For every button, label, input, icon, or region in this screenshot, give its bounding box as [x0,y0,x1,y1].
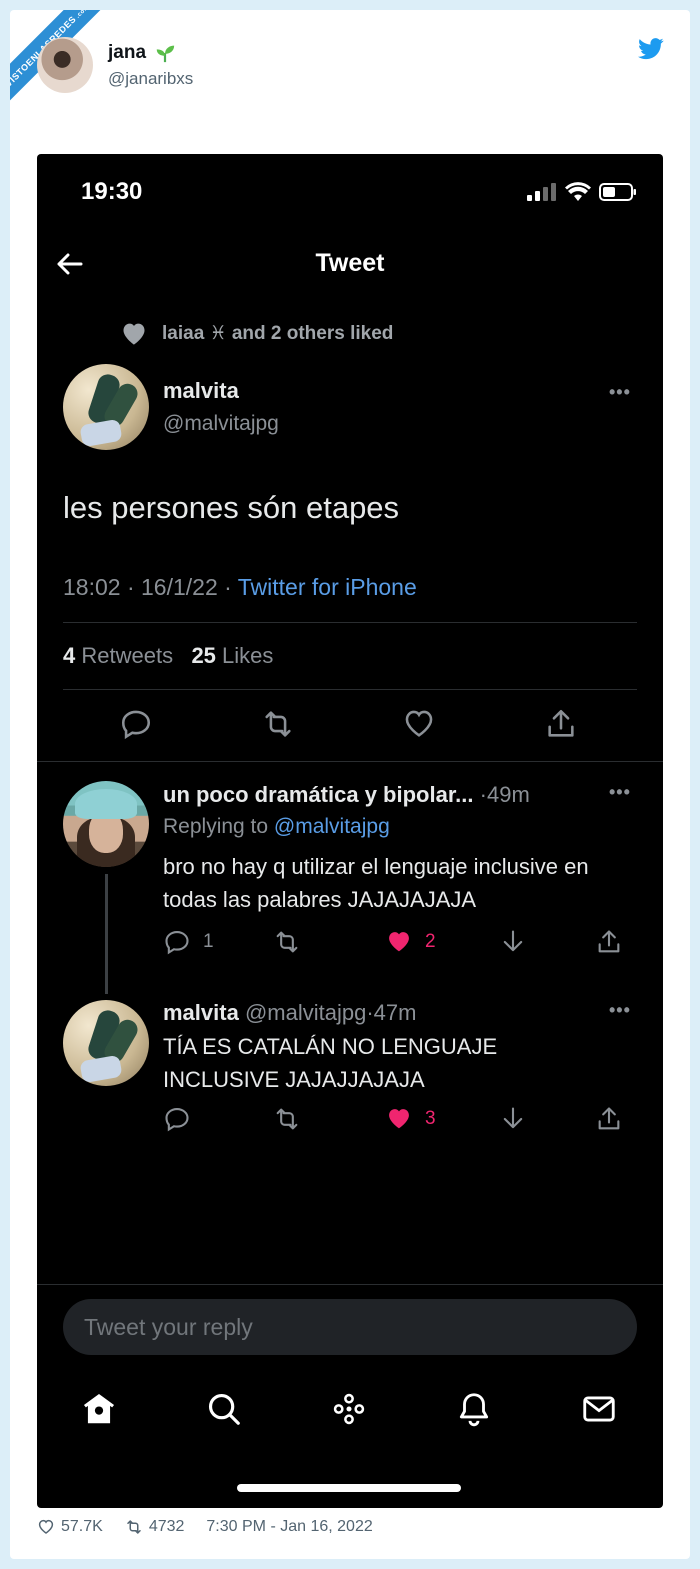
share-icon [598,930,620,953]
ribbon-suffix: .com [75,10,91,20]
home-indicator [237,1484,461,1492]
seedling-icon [156,45,175,62]
divider [37,1284,663,1285]
reply-icon [165,931,189,955]
tweet-source-link[interactable]: Twitter for iPhone [238,574,417,600]
tweet-time: 18:02 · 16/1/22 · [63,574,238,600]
like-count: 3 [425,1108,436,1129]
tweet-stats: 4 Retweets 25 Likes [63,643,273,669]
reply-icon[interactable] [119,707,153,741]
reply-actions: 1 2 [163,928,633,958]
heart-filled-icon [389,1109,409,1129]
like-count: 2 [425,931,436,952]
tweet-actions [37,707,663,747]
avatar[interactable] [63,364,149,450]
reply-icon [165,1108,189,1132]
retweet-icon [276,931,298,953]
reply-text: TÍA ES CATALÁN NO LENGUAJE INCLUSIVE JAJ… [163,1034,498,1092]
divider [63,689,637,690]
reply-handle-time: @malvitajpg·47m [238,1000,417,1025]
heart-icon [123,323,145,345]
reply-text: bro no hay q utilizar el lenguaje inclus… [163,854,589,912]
like-action[interactable]: 3 [385,1105,436,1133]
nav-bar: Tweet [37,244,663,284]
reply-author-name: un poco dramática y bipolar... [163,782,474,807]
likes-count[interactable]: 25 [191,643,215,668]
arrow-down-icon [503,930,523,952]
share-icon[interactable] [544,707,578,741]
divider [37,761,663,762]
status-time: 19:30 [81,178,143,205]
author-name-row: jana [108,42,193,64]
tweet-footer: 57.7K 4732 7:30 PM - Jan 16, 2022 [37,1518,373,1536]
reply-author-name: malvita [163,1000,239,1025]
home-icon[interactable] [80,1390,118,1428]
replying-to: Replying to @malvitajpg [163,815,390,839]
heart-filled-icon [389,932,409,952]
retweet-icon[interactable] [261,707,295,741]
battery-icon [599,183,636,201]
like-action[interactable]: 2 [385,928,436,956]
retweets-count[interactable]: 4 [63,643,75,668]
tweet-author-name: malvita [163,378,239,403]
embedded-screenshot: 19:30 Tweet laiaa ♓ and 2 others liked m… [37,154,663,1508]
reply-count: 1 [203,931,214,952]
heart-icon[interactable] [37,1518,55,1536]
more-options-icon[interactable]: ••• [609,782,631,803]
reply-action[interactable] [163,1105,191,1133]
avatar[interactable] [37,37,93,93]
author-name: jana [108,41,147,63]
bell-icon[interactable] [455,1390,493,1428]
tweet-author-handle: @malvitajpg [163,412,279,435]
arrow-down-icon [503,1107,523,1129]
replying-to-link[interactable]: @malvitajpg [274,815,390,838]
footer-retweets: 4732 [148,1518,185,1535]
reply-composer[interactable] [63,1299,637,1355]
spaces-icon[interactable] [330,1390,368,1428]
mail-icon[interactable] [580,1390,618,1428]
more-options-icon[interactable]: ••• [609,382,631,403]
share-action[interactable] [595,928,623,956]
wifi-icon [565,182,591,201]
downvote-action[interactable] [499,928,527,956]
tweet-author[interactable]: malvita @malvitajpg [63,364,279,450]
tweet-text: les persones són etapes [63,490,400,525]
retweet-icon [276,1108,298,1130]
likes-label[interactable]: Likes [222,643,273,668]
author-handle: @janaribxs [108,68,194,88]
reply-author: un poco dramática y bipolar... ·49m [163,782,530,808]
bottom-tab-bar [37,1390,663,1430]
footer-likes: 57.7K [61,1518,103,1535]
avatar[interactable] [63,781,149,867]
share-action[interactable] [595,1105,623,1133]
retweet-action[interactable] [273,1105,301,1133]
footer-timestamp[interactable]: 7:30 PM - Jan 16, 2022 [206,1518,372,1536]
retweets-label[interactable]: Retweets [81,643,173,668]
downvote-action[interactable] [499,1105,527,1133]
reply-action[interactable]: 1 [163,928,214,956]
nav-title: Tweet [315,249,385,277]
tweet-card: VISTOENLASREDES.com jana @janaribxs 19:3… [10,10,690,1559]
avatar[interactable] [63,1000,149,1086]
status-bar: 19:30 [37,154,663,234]
reply-author: malvita @malvitajpg·47m [163,1000,416,1026]
author-header[interactable]: jana @janaribxs [37,37,193,93]
reply-actions: 3 [163,1105,633,1135]
reply-input[interactable] [63,1299,637,1355]
tweet-meta: 18:02 · 16/1/22 · Twitter for iPhone [63,574,417,601]
retweet-icon[interactable] [125,1518,143,1536]
search-icon[interactable] [205,1390,243,1428]
more-options-icon[interactable]: ••• [609,1000,631,1021]
divider [63,622,637,623]
social-context[interactable]: laiaa ♓ and 2 others liked [120,320,393,346]
reply-time: ·49m [479,782,530,807]
twitter-bird-icon[interactable] [638,38,664,60]
like-icon[interactable] [402,707,436,741]
thread-line [105,874,108,994]
replying-prefix: Replying to [163,815,274,838]
liked-text: laiaa ♓ and 2 others liked [162,322,394,344]
signal-icon [527,183,556,201]
retweet-action[interactable] [273,928,301,956]
share-icon [598,1107,620,1130]
